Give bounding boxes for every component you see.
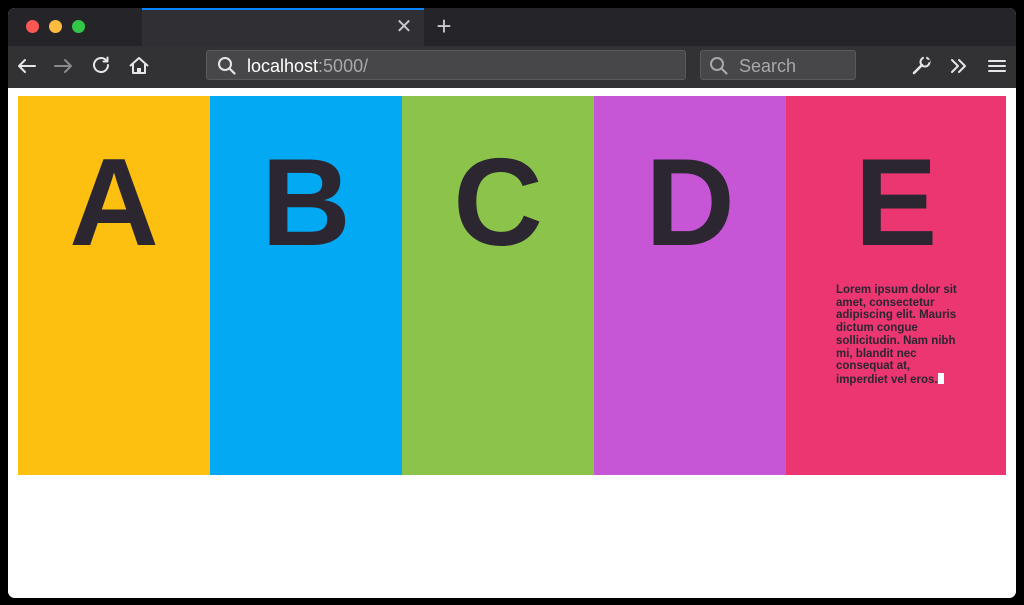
wrench-icon[interactable] — [908, 53, 934, 79]
search-icon — [709, 56, 729, 76]
new-tab-icon[interactable]: + — [430, 12, 458, 40]
panel-d: D — [594, 96, 786, 475]
overflow-chevron-icon[interactable] — [946, 53, 972, 79]
search-placeholder: Search — [739, 56, 797, 76]
panel-letter: A — [69, 134, 159, 272]
url-text: localhost:5000/ — [247, 56, 368, 76]
forward-arrow-icon[interactable] — [50, 53, 76, 79]
page-content: A B C D E Lorem ipsum dolor sit amet, co… — [8, 88, 1016, 598]
url-bar[interactable]: localhost:5000/ — [206, 50, 686, 80]
url-path: :5000/ — [318, 56, 369, 76]
navigation-toolbar: localhost:5000/ Search — [8, 46, 1016, 88]
active-tab-indicator — [142, 8, 424, 10]
panel-e: E Lorem ipsum dolor sit amet, consectetu… — [786, 96, 1006, 475]
active-tab[interactable]: ✕ — [142, 8, 424, 46]
back-arrow-icon[interactable] — [14, 53, 40, 79]
url-host: localhost — [247, 56, 319, 76]
panel-letter: E — [854, 134, 938, 272]
panel-b: B — [210, 96, 402, 475]
tab-close-icon[interactable]: ✕ — [392, 15, 416, 39]
reload-icon[interactable] — [88, 53, 114, 79]
panel-paragraph-text: Lorem ipsum dolor sit amet, consectetur … — [836, 284, 957, 386]
panel-letter: D — [645, 134, 735, 272]
panel-letter: C — [453, 134, 543, 272]
search-field[interactable]: Search — [700, 50, 856, 80]
close-window-button[interactable] — [26, 20, 39, 33]
search-icon — [217, 56, 237, 76]
panel-a: A — [18, 96, 210, 475]
panel-c: C — [402, 96, 594, 475]
menu-icon[interactable] — [984, 53, 1010, 79]
panel-letter: B — [261, 134, 351, 272]
panel-row: A B C D E Lorem ipsum dolor sit amet, co… — [18, 96, 1006, 475]
maximize-window-button[interactable] — [72, 20, 85, 33]
text-caret — [937, 372, 944, 384]
panel-paragraph[interactable]: Lorem ipsum dolor sit amet, consectetur … — [836, 284, 960, 387]
minimize-window-button[interactable] — [49, 20, 62, 33]
browser-window: ✕ + localhost:5000/ Search A B C D E Lor… — [8, 8, 1016, 598]
tab-bar: ✕ + — [8, 8, 1016, 46]
home-icon[interactable] — [126, 53, 152, 79]
